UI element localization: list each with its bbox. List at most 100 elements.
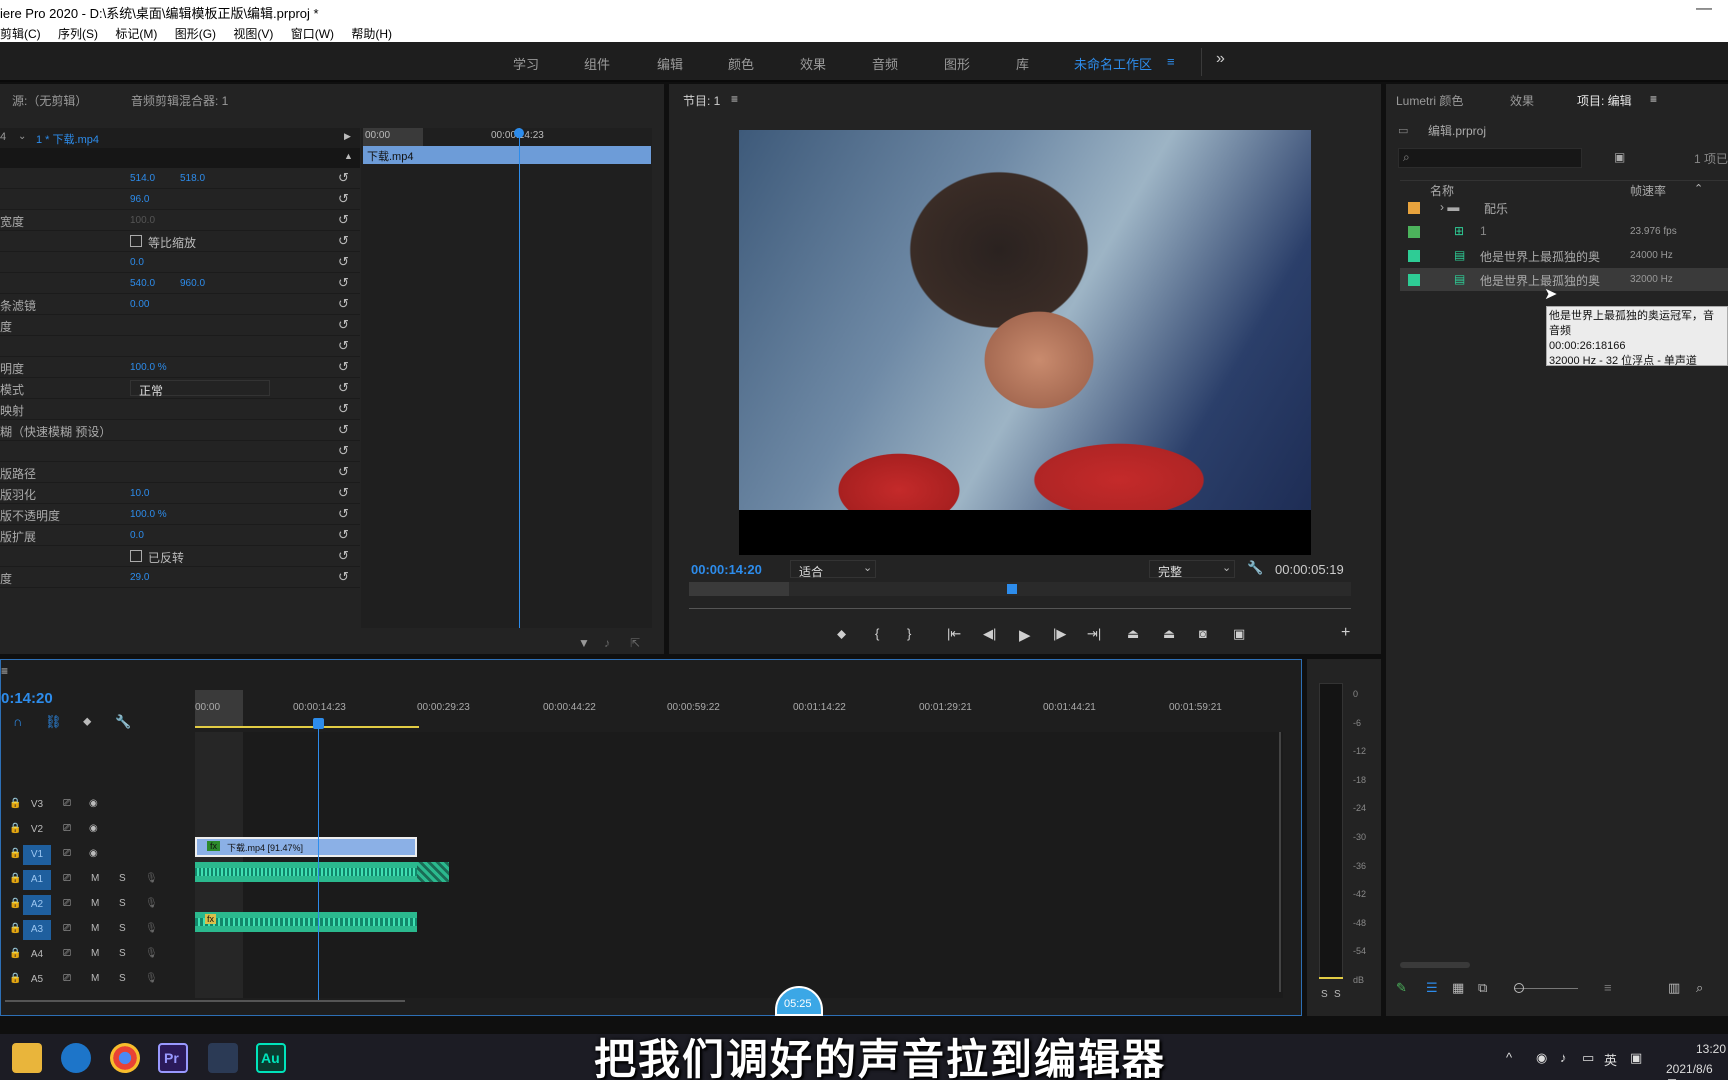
effect-value[interactable]: 960.0: [180, 278, 205, 289]
microphone-icon[interactable]: 🎙: [145, 973, 158, 984]
zoom-slider-handle[interactable]: [1514, 983, 1524, 993]
reset-icon[interactable]: ↺: [338, 548, 349, 564]
timeline-h-scrollbar[interactable]: [5, 1000, 405, 1002]
checkbox[interactable]: [130, 235, 142, 247]
timeline-playhead[interactable]: [318, 720, 319, 1000]
list-view-icon[interactable]: ☰: [1426, 980, 1438, 996]
sync-lock-icon[interactable]: ⎚: [63, 823, 71, 834]
go-to-in-icon[interactable]: |⇤: [947, 626, 961, 642]
sync-lock-icon[interactable]: ⎚: [63, 898, 71, 909]
microphone-icon[interactable]: 🎙: [145, 873, 158, 884]
workspace-libraries[interactable]: 库: [1016, 54, 1029, 73]
solo-right-button[interactable]: S: [1334, 989, 1341, 1000]
audio-only-icon[interactable]: ♪: [604, 636, 610, 650]
solo-button[interactable]: S: [119, 873, 126, 884]
sync-lock-icon[interactable]: ⎚: [63, 948, 71, 959]
network-icon[interactable]: ▭: [1582, 1050, 1594, 1066]
timeline-timecode[interactable]: 0:14:20: [1, 690, 53, 707]
premiere-pro-icon[interactable]: Pr: [158, 1043, 188, 1073]
reset-icon[interactable]: ↺: [338, 569, 349, 585]
volume-icon[interactable]: ♪: [1560, 1050, 1567, 1065]
effect-value[interactable]: 0.0: [130, 257, 144, 268]
effect-value[interactable]: 100.0 %: [130, 509, 167, 520]
label-color-swatch[interactable]: [1408, 226, 1420, 238]
add-marker-icon[interactable]: ⬥: [837, 626, 846, 642]
blend-mode-select[interactable]: 正常: [130, 380, 270, 398]
extract-icon[interactable]: ⏏: [1163, 626, 1175, 642]
audio-clip-a3[interactable]: fx: [195, 912, 417, 932]
timeline-v-scrollbar[interactable]: [1279, 732, 1281, 992]
audio-clip-a1[interactable]: [195, 862, 417, 882]
automate-icon[interactable]: ▥: [1668, 980, 1680, 996]
sort-icon[interactable]: ≡: [1604, 980, 1612, 995]
go-to-out-icon[interactable]: ⇥|: [1087, 626, 1101, 642]
mute-button[interactable]: M: [91, 873, 99, 884]
sort-ascending-icon[interactable]: ⌃: [1694, 182, 1703, 195]
effect-value[interactable]: 540.0: [130, 278, 155, 289]
chrome-icon[interactable]: [110, 1043, 140, 1073]
reset-icon[interactable]: ↺: [338, 443, 349, 459]
workspace-overflow-icon[interactable]: »: [1216, 50, 1225, 68]
solo-button[interactable]: S: [119, 898, 126, 909]
workspace-editing[interactable]: 编辑: [657, 54, 683, 73]
lock-icon[interactable]: 🔒: [9, 948, 21, 959]
microphone-icon[interactable]: 🎙: [145, 898, 158, 909]
reset-icon[interactable]: ↺: [338, 506, 349, 522]
mark-out-icon[interactable]: }: [907, 626, 911, 641]
file-explorer-icon[interactable]: [12, 1043, 42, 1073]
label-color-swatch[interactable]: [1408, 202, 1420, 214]
mute-button[interactable]: M: [91, 973, 99, 984]
workspace-active[interactable]: 未命名工作区: [1074, 54, 1152, 73]
microphone-icon[interactable]: 🎙: [145, 948, 158, 959]
project-item[interactable]: › ▬ 配乐: [1400, 196, 1728, 219]
tab-lumetri[interactable]: Lumetri 颜色: [1396, 92, 1463, 109]
menu-clip[interactable]: 剪辑(C): [0, 25, 41, 42]
fit-select[interactable]: 适合 ⌄: [790, 560, 876, 579]
lock-icon[interactable]: 🔒: [9, 798, 21, 809]
linked-selection-icon[interactable]: ⛓: [45, 714, 62, 730]
menu-graphics[interactable]: 图形(G): [175, 25, 216, 42]
menu-view[interactable]: 视图(V): [233, 25, 273, 42]
chevron-down-icon[interactable]: ⌄: [18, 131, 26, 142]
sync-lock-icon[interactable]: ⎚: [63, 798, 71, 809]
workspace-assembly[interactable]: 组件: [584, 54, 610, 73]
project-scrollbar[interactable]: [1400, 962, 1470, 968]
workspace-color[interactable]: 颜色: [728, 54, 754, 73]
workspace-graphics[interactable]: 图形: [944, 54, 970, 73]
track-target[interactable]: V3: [23, 795, 51, 815]
effect-value[interactable]: 96.0: [130, 194, 149, 205]
checkbox[interactable]: [130, 550, 142, 562]
tab-source[interactable]: 源:（无剪辑）: [12, 92, 87, 109]
eye-icon[interactable]: ◉: [89, 823, 98, 834]
new-bin-icon[interactable]: ▣: [1614, 150, 1625, 164]
track-target[interactable]: V1: [23, 845, 51, 865]
mini-playhead[interactable]: [519, 128, 520, 628]
workspace-menu-icon[interactable]: ≡: [1167, 54, 1175, 69]
reset-icon[interactable]: ↺: [338, 233, 349, 249]
freeform-view-icon[interactable]: ⧉: [1478, 980, 1487, 996]
label-color-swatch[interactable]: [1408, 250, 1420, 262]
lift-icon[interactable]: ⏏: [1127, 626, 1139, 642]
tray-app-icon[interactable]: ◉: [1536, 1050, 1547, 1066]
effect-value[interactable]: 29.0: [130, 572, 149, 583]
video-frame[interactable]: [739, 130, 1311, 555]
step-forward-icon[interactable]: |▶: [1053, 626, 1066, 642]
effect-value[interactable]: 514.0: [130, 173, 155, 184]
label-color-swatch[interactable]: [1408, 274, 1420, 286]
eye-icon[interactable]: ◉: [89, 848, 98, 859]
mini-playhead-handle[interactable]: [514, 128, 524, 138]
reset-icon[interactable]: ↺: [338, 191, 349, 207]
solo-button[interactable]: S: [119, 923, 126, 934]
timeline-playhead-handle[interactable]: [313, 718, 324, 729]
workspace-effects[interactable]: 效果: [800, 54, 826, 73]
timeline-menu-icon[interactable]: ≡: [1, 664, 8, 678]
minimize-button[interactable]: —: [1696, 0, 1712, 18]
project-menu-icon[interactable]: ≡: [1650, 92, 1657, 106]
lock-icon[interactable]: 🔒: [9, 923, 21, 934]
mini-clip[interactable]: 下载.mp4: [363, 146, 651, 164]
compare-icon[interactable]: ▣: [1233, 626, 1245, 642]
solo-left-button[interactable]: S: [1321, 989, 1328, 1000]
pencil-icon[interactable]: ✎: [1396, 980, 1407, 996]
work-area-bar[interactable]: [195, 726, 419, 728]
find-icon[interactable]: ⌕: [1696, 980, 1703, 996]
